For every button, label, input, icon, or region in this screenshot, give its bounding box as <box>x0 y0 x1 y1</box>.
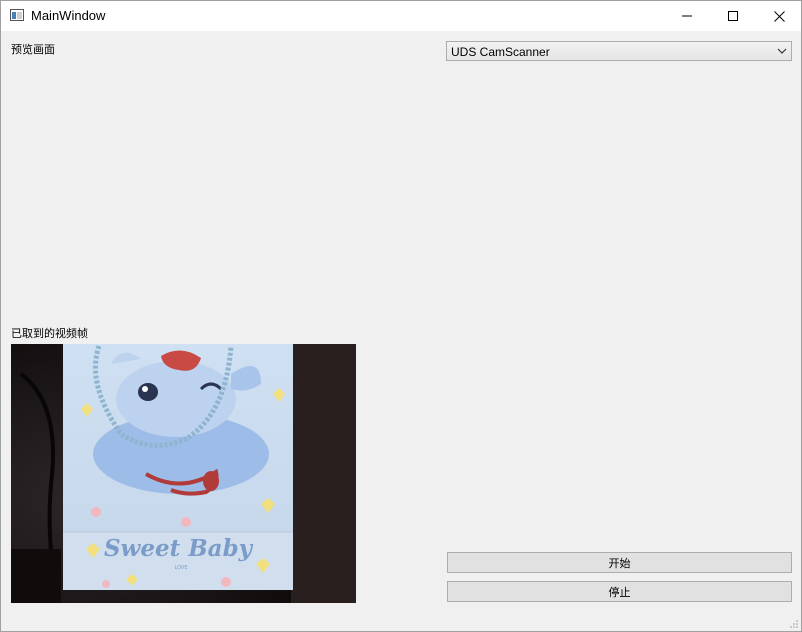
captured-frame-picture: Sweet Baby LOVE <box>11 344 356 603</box>
start-button[interactable]: 开始 <box>447 552 792 573</box>
maximize-icon <box>728 11 738 21</box>
captured-frame-image: Sweet Baby LOVE <box>11 344 356 603</box>
minimize-button[interactable] <box>664 1 710 31</box>
preview-label: 预览画面 <box>11 43 55 56</box>
camera-select[interactable]: UDS CamScanner <box>446 41 792 61</box>
preview-area <box>11 61 791 319</box>
bag-small-text: LOVE <box>174 565 187 571</box>
captured-frame-label: 已取到的视频帧 <box>11 327 88 340</box>
stop-button[interactable]: 停止 <box>447 581 792 602</box>
app-icon <box>10 9 24 21</box>
minimize-icon <box>682 15 692 17</box>
bag-brand-text: Sweet Baby <box>104 535 254 562</box>
chevron-down-icon <box>777 48 787 54</box>
close-icon <box>773 10 785 22</box>
title-bar[interactable]: MainWindow <box>1 1 801 31</box>
camera-select-value: UDS CamScanner <box>451 45 550 59</box>
close-button[interactable] <box>756 1 801 31</box>
maximize-button[interactable] <box>710 1 756 31</box>
window-title: MainWindow <box>31 8 106 23</box>
resize-grip-icon[interactable] <box>789 619 799 629</box>
main-window: MainWindow 预览画面 UDS CamScanner 已取到的视频帧 S… <box>0 0 802 632</box>
